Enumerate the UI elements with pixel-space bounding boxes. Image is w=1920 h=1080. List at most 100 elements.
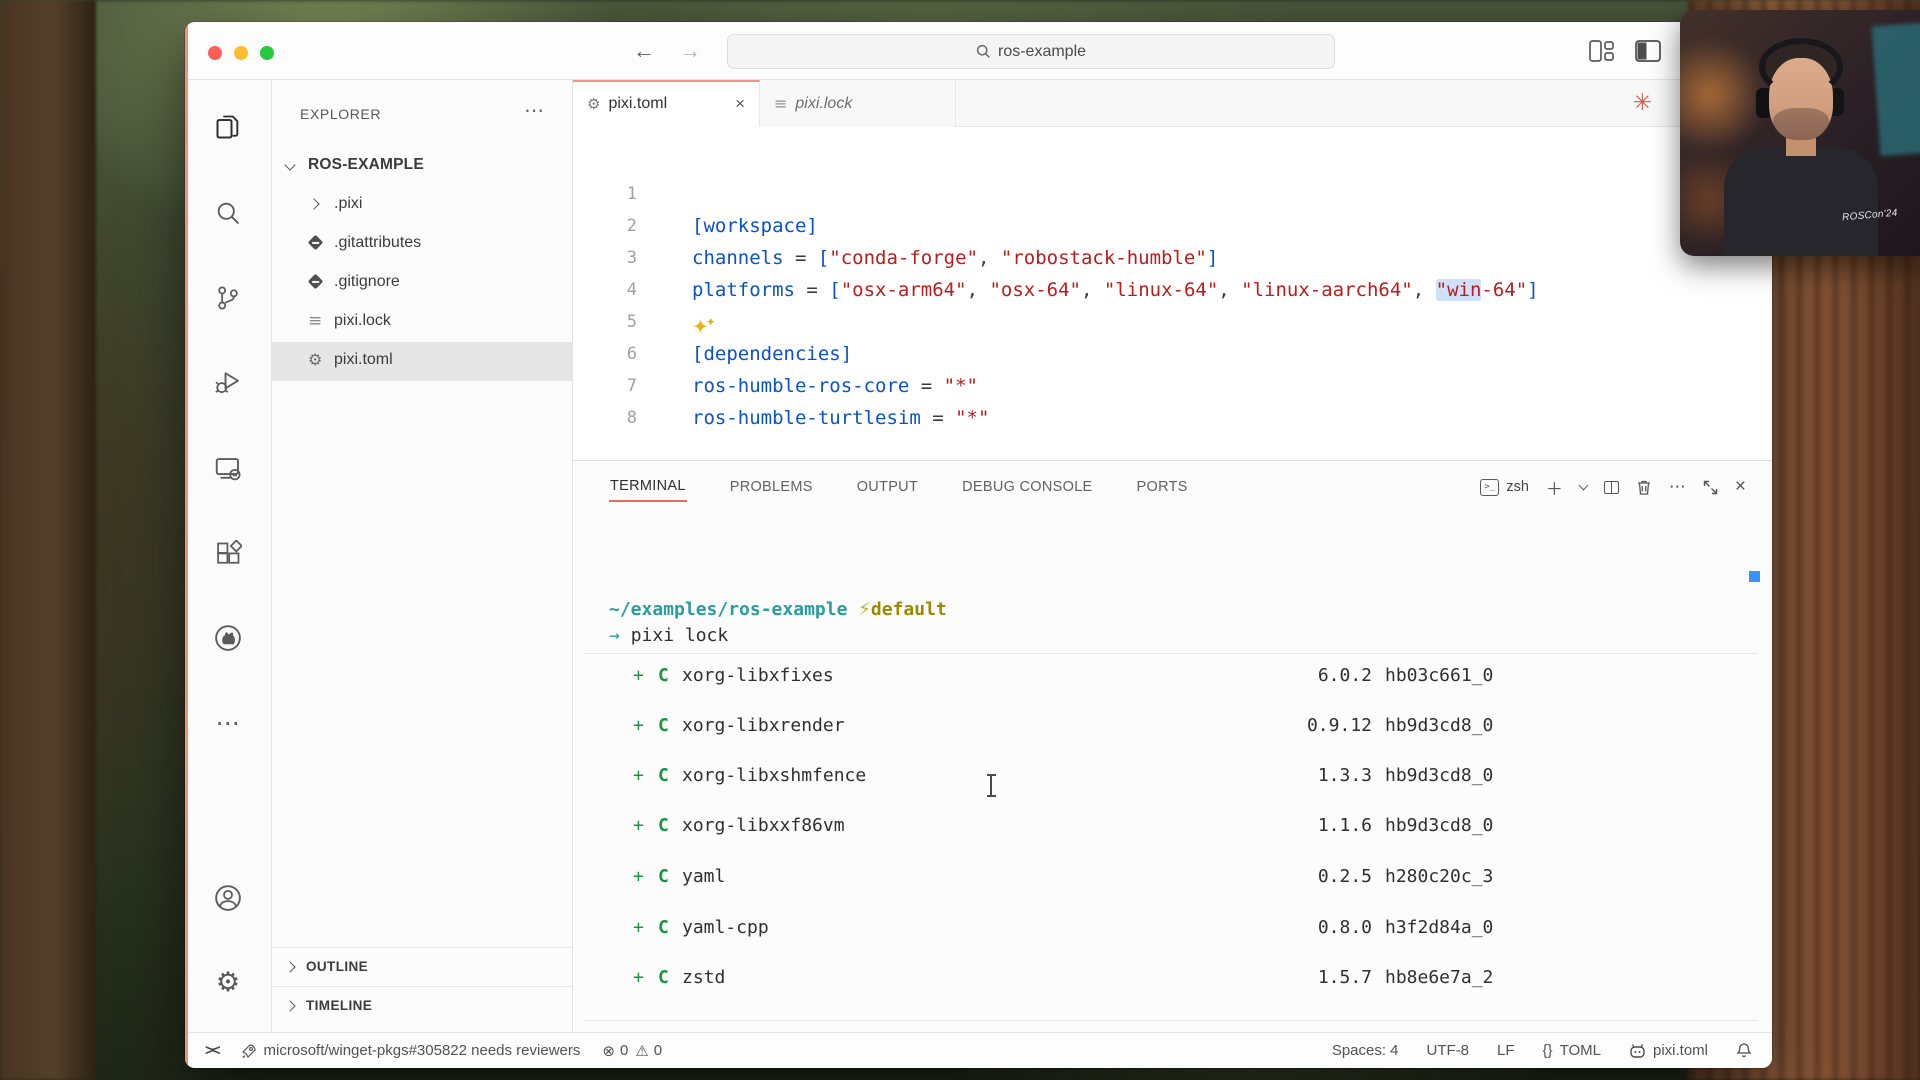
webcam-background-poster (1872, 22, 1920, 156)
code-line: 7 ros-humble-turtlesim = "*" (573, 338, 1772, 370)
command-center-search[interactable]: ros-example (727, 34, 1335, 69)
toggle-sidebar-icon[interactable] (1635, 40, 1661, 62)
sidebar-item-pixi-toml[interactable]: ⚙ pixi.toml (272, 342, 572, 381)
macos-close-button[interactable] (208, 46, 222, 60)
explorer-more-actions-icon[interactable]: ⋯ (524, 98, 544, 123)
github-icon[interactable] (212, 622, 244, 654)
package-row: +Cxorg-libxfixes6.0.2hb03c661_0 (573, 662, 1772, 690)
tab-pixi-toml[interactable]: ⚙ pixi.toml × (573, 80, 760, 127)
shell-selector[interactable]: >_ zsh (1480, 479, 1529, 496)
sidebar-item-pixi-lock[interactable]: ≡ pixi.lock (272, 303, 572, 342)
notifications-bell-icon[interactable] (1736, 1042, 1752, 1059)
tab-debug-console[interactable]: DEBUG CONSOLE (961, 473, 1093, 501)
search-icon (976, 44, 991, 59)
person-beard (1773, 108, 1829, 140)
tab-pixi-lock[interactable]: ≡ pixi.lock (760, 80, 956, 127)
extension-starburst-icon[interactable]: ✳ (1633, 90, 1652, 116)
search-value: ros-example (998, 43, 1086, 61)
package-row: +Czstd1.5.7hb8e6e7a_2 (573, 964, 1772, 992)
sidebar-title: EXPLORER (300, 106, 381, 122)
chevron-down-icon (284, 159, 295, 170)
indentation-status[interactable]: Spaces: 4 (1332, 1042, 1399, 1059)
tab-problems[interactable]: PROBLEMS (729, 473, 814, 501)
tab-output[interactable]: OUTPUT (856, 473, 919, 501)
sidebar-item-pixi-folder[interactable]: .pixi (272, 186, 572, 225)
problems-status[interactable]: ⊗0 ⚠0 (602, 1042, 662, 1060)
title-bar: ← → ros-example (185, 22, 1772, 80)
explorer-icon[interactable] (212, 111, 244, 143)
pixi-status[interactable]: pixi.toml (1629, 1042, 1708, 1059)
chevron-right-icon (308, 198, 319, 209)
outline-section[interactable]: OUTLINE (272, 947, 572, 986)
language-status[interactable]: {} TOML (1543, 1042, 1601, 1059)
package-row: +Cxorg-libxxf86vm1.1.6hb9d3cd8_0 (573, 812, 1772, 840)
more-actions-icon[interactable]: ⋯ (1669, 477, 1686, 497)
activity-bar: ⋯ ⚙ (185, 80, 272, 1032)
source-control-icon[interactable] (212, 282, 244, 314)
toml-file-gear-icon: ⚙ (308, 350, 322, 369)
package-row: +Cyaml-cpp0.8.0h3f2d84a_0 (573, 914, 1772, 942)
tab-ports[interactable]: PORTS (1136, 473, 1189, 501)
sidebar-item-gitattributes[interactable]: .gitattributes (272, 225, 572, 264)
package-row: +Cyaml0.2.5h280c20c_3 (573, 863, 1772, 891)
line-number: 8 (573, 402, 637, 434)
code-line: 3 platforms = ["osx-arm64", "osx-64", "l… (573, 210, 1772, 242)
tab-close-icon[interactable]: × (735, 94, 745, 114)
sidebar-header: EXPLORER ⋯ (272, 80, 572, 136)
package-row: +Cxorg-libxshmfence1.3.3hb9d3cd8_0 (573, 762, 1772, 790)
code-line: 5 [dependencies] (573, 274, 1772, 306)
maximize-panel-icon[interactable] (1703, 480, 1718, 495)
split-terminal-icon[interactable] (1604, 481, 1619, 494)
eol-status[interactable]: LF (1497, 1042, 1515, 1059)
code-line: 2 channels = ["conda-forge", "robostack-… (573, 178, 1772, 210)
person-shirt: ROSCon'24 (1724, 148, 1878, 256)
customize-layout-icon[interactable] (1589, 40, 1615, 62)
terminal-panel: TERMINAL PROBLEMS OUTPUT DEBUG CONSOLE P… (573, 460, 1772, 1032)
sidebar-item-gitignore[interactable]: .gitignore (272, 264, 572, 303)
shell-name: zsh (1506, 479, 1529, 495)
timeline-section[interactable]: TIMELINE (272, 986, 572, 1025)
tab-label: pixi.toml (608, 95, 667, 113)
tree-trunk-left (0, 0, 96, 1080)
run-debug-icon[interactable] (212, 366, 244, 398)
terminal-divider (583, 653, 1758, 654)
macos-minimize-button[interactable] (234, 46, 248, 60)
terminal-content[interactable]: ~/examples/ros-example ⚡default → pixi l… (573, 513, 1772, 1032)
list-file-icon: ≡ (774, 94, 787, 113)
code-line: 8 (573, 370, 1772, 402)
macos-zoom-button[interactable] (260, 46, 274, 60)
error-icon: ⊗ (602, 1042, 615, 1060)
toml-file-gear-icon: ⚙ (587, 95, 600, 113)
rocket-icon (241, 1043, 257, 1059)
remote-explorer-icon[interactable] (212, 453, 244, 485)
more-views-icon[interactable]: ⋯ (212, 707, 244, 739)
chevron-right-icon (284, 961, 295, 972)
navigate-back-icon[interactable]: ← (633, 38, 655, 64)
account-icon[interactable] (212, 882, 244, 914)
encoding-status[interactable]: UTF-8 (1427, 1042, 1470, 1059)
navigate-forward-icon[interactable]: → (679, 38, 701, 64)
status-bar: >< microsoft/winget-pkgs#305822 needs re… (185, 1032, 1772, 1068)
explorer-sidebar: EXPLORER ⋯ ROS-EXAMPLE .pixi .gitattribu… (272, 80, 573, 1032)
editor-tab-bar: ⚙ pixi.toml × ≡ pixi.lock ✳ (573, 80, 1772, 127)
prompt-arrow-icon: → (609, 625, 620, 646)
scrollbar-marker (1749, 571, 1760, 582)
github-issue-status[interactable]: microsoft/winget-pkgs#305822 needs revie… (241, 1042, 581, 1059)
extensions-icon[interactable] (212, 538, 244, 570)
panel-actions: >_ zsh ＋ ⋯ × (1480, 461, 1746, 513)
tab-terminal[interactable]: TERMINAL (609, 472, 687, 502)
code-line: 4 ✦✦ (573, 242, 1772, 274)
remote-indicator[interactable]: >< (205, 1042, 219, 1059)
terminal-dropdown-icon[interactable] (1578, 480, 1588, 490)
webcam-overlay: ROSCon'24 (1680, 10, 1920, 256)
list-file-icon: ≡ (308, 311, 322, 331)
close-panel-icon[interactable]: × (1735, 476, 1746, 498)
settings-gear-icon[interactable]: ⚙ (212, 966, 244, 998)
terminal-command-line: → pixi lock (609, 623, 728, 649)
kill-terminal-icon[interactable] (1636, 479, 1652, 496)
search-sidebar-icon[interactable] (212, 197, 244, 229)
git-file-icon (308, 235, 324, 251)
new-terminal-icon[interactable]: ＋ (1546, 475, 1563, 500)
sidebar-item-root-folder[interactable]: ROS-EXAMPLE (272, 147, 572, 186)
warning-icon: ⚠ (635, 1042, 648, 1060)
